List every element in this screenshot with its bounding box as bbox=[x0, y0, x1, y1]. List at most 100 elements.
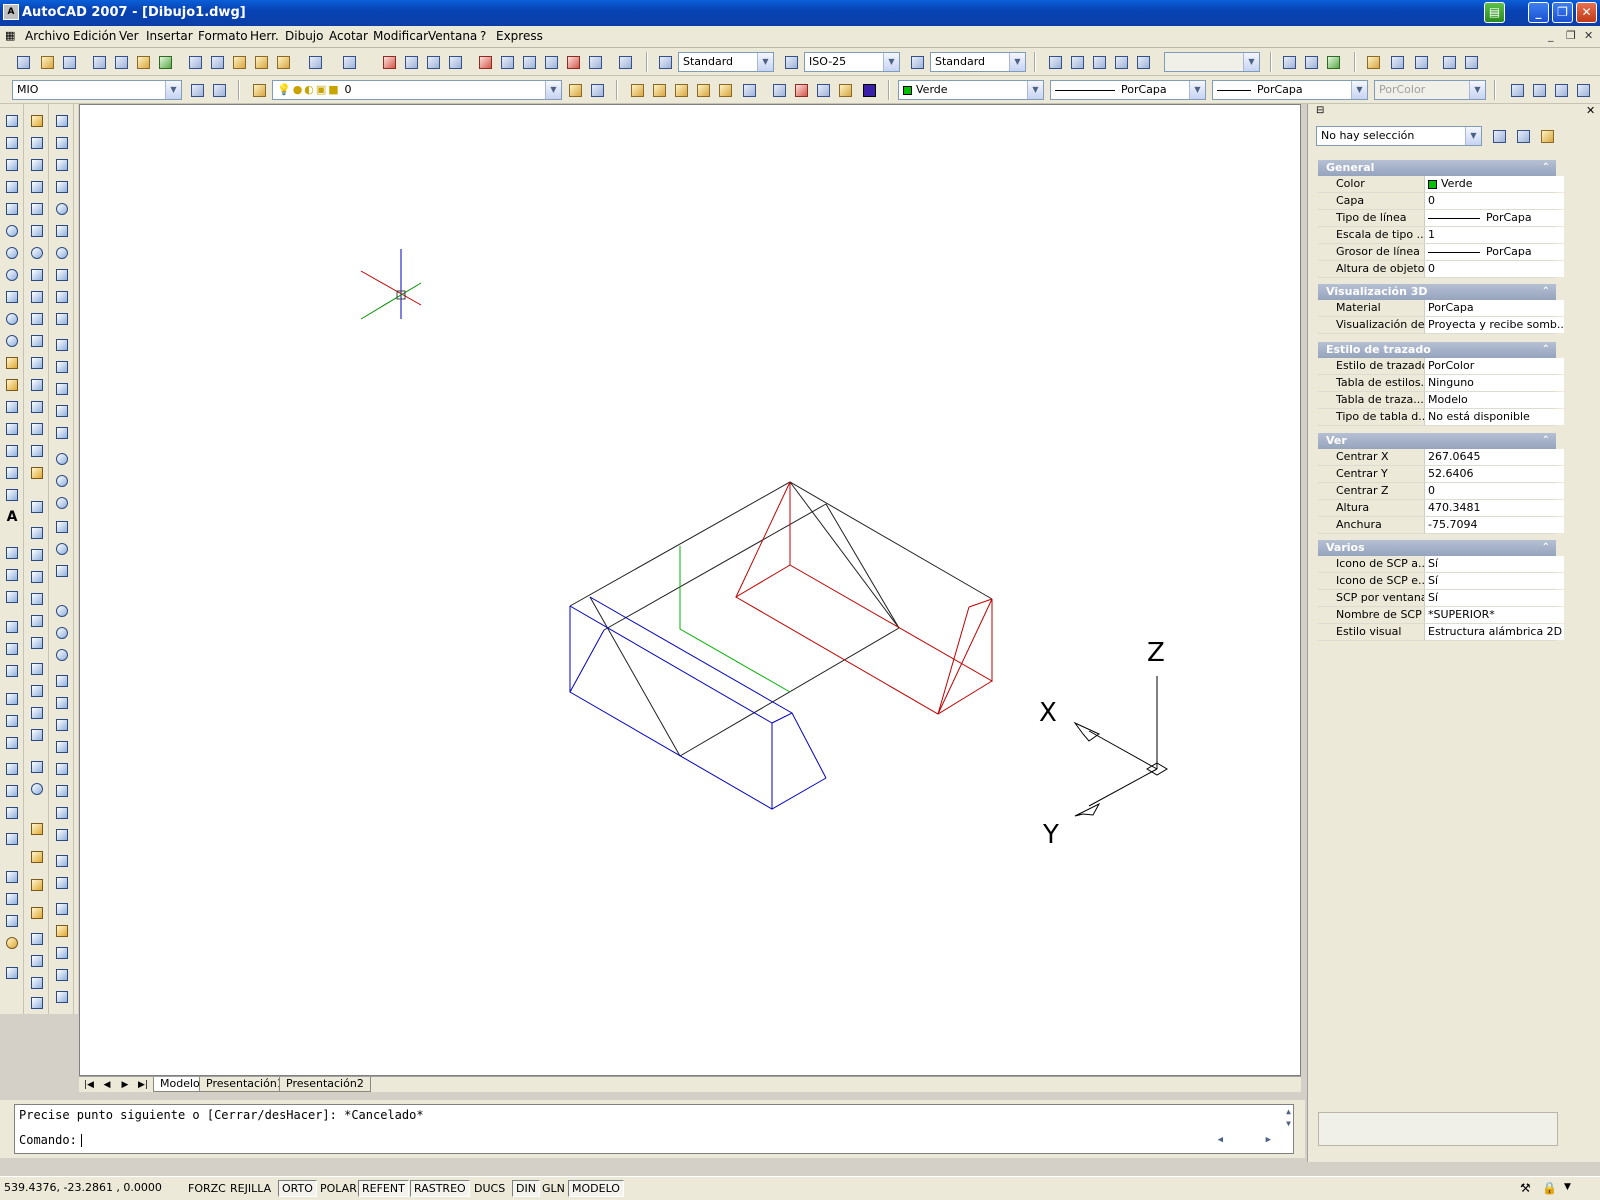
osnap-toggle[interactable]: REFENT bbox=[358, 1180, 409, 1197]
loft-icon[interactable] bbox=[28, 726, 46, 744]
ucs-origin-icon[interactable] bbox=[3, 690, 21, 708]
lineweight-select[interactable]: PorCapa ▼ bbox=[1212, 80, 1368, 100]
open-icon[interactable] bbox=[38, 53, 56, 71]
color-swatch-icon[interactable] bbox=[860, 81, 878, 99]
last-tab-button[interactable]: ▶| bbox=[135, 1078, 151, 1092]
layer-manager-icon[interactable] bbox=[250, 81, 268, 99]
ucs-previous-icon[interactable] bbox=[3, 588, 21, 606]
clean-icon[interactable] bbox=[53, 874, 71, 892]
loft-solid-icon[interactable] bbox=[53, 424, 71, 442]
select-objects-icon[interactable] bbox=[1514, 127, 1532, 145]
ortho-toggle[interactable]: ORTO bbox=[278, 1180, 317, 1197]
ucs-icon-on-value[interactable]: Sí bbox=[1424, 556, 1564, 572]
single-viewport-icon[interactable] bbox=[1068, 53, 1086, 71]
menu-formato[interactable]: Formato bbox=[198, 29, 248, 43]
sweep-icon[interactable] bbox=[28, 704, 46, 722]
ellipse-arc-icon[interactable] bbox=[3, 332, 21, 350]
shadow-value[interactable]: Proyecta y recibe somb... bbox=[1424, 317, 1564, 333]
help-icon[interactable] bbox=[616, 53, 634, 71]
workspace-select[interactable]: MIO ▼ bbox=[12, 80, 182, 100]
circle-icon[interactable] bbox=[3, 244, 21, 262]
tray-menu-icon[interactable]: ▼ bbox=[1564, 1182, 1571, 1192]
toggle-pickadd-icon[interactable] bbox=[1490, 127, 1508, 145]
delete-faces-icon[interactable] bbox=[53, 738, 71, 756]
layer-value[interactable]: 0 bbox=[1424, 193, 1564, 209]
ucs-icon-origin-value[interactable]: Sí bbox=[1424, 573, 1564, 589]
point-icon[interactable] bbox=[3, 398, 21, 416]
taper-faces-icon[interactable] bbox=[53, 782, 71, 800]
command-prompt[interactable]: Comando: bbox=[19, 1133, 82, 1147]
plot-table-type-value[interactable]: No está disponible bbox=[1424, 409, 1564, 425]
walk-icon[interactable] bbox=[28, 780, 46, 798]
match-properties-icon[interactable] bbox=[252, 53, 270, 71]
polygonal-viewport-icon[interactable] bbox=[1090, 53, 1108, 71]
command-line[interactable]: Precise punto siguiente o [Cerrar/desHac… bbox=[14, 1104, 1294, 1154]
spline-icon[interactable] bbox=[3, 288, 21, 306]
view-top-icon[interactable] bbox=[3, 868, 21, 886]
break-icon[interactable] bbox=[28, 376, 46, 394]
subtract-2-icon[interactable] bbox=[53, 624, 71, 642]
solid-cone-icon[interactable] bbox=[28, 546, 46, 564]
lock-icon[interactable]: 🔒 bbox=[1542, 1181, 1557, 1195]
ucs-3point-icon[interactable] bbox=[3, 734, 21, 752]
menu-ver[interactable]: Ver bbox=[119, 29, 139, 43]
dyn-toggle[interactable]: DIN bbox=[512, 1180, 540, 1197]
properties-icon[interactable] bbox=[476, 53, 494, 71]
union-2-icon[interactable] bbox=[53, 602, 71, 620]
revolve-solid-icon[interactable] bbox=[53, 402, 71, 420]
render-sphere-icon[interactable] bbox=[3, 934, 21, 952]
plot-style-value[interactable]: PorColor bbox=[1424, 358, 1564, 374]
otrack-toggle[interactable]: RASTREO bbox=[410, 1180, 470, 1197]
model-toggle[interactable]: MODELO bbox=[568, 1180, 624, 1197]
mdi-restore-button[interactable]: ❐ bbox=[1566, 29, 1576, 42]
draworder-above-icon[interactable] bbox=[1552, 81, 1570, 99]
menu-archivo[interactable]: Archivo bbox=[25, 29, 70, 43]
check-icon[interactable] bbox=[53, 944, 71, 962]
pyramid-icon[interactable] bbox=[53, 266, 71, 284]
menu-herr[interactable]: Herr. bbox=[250, 29, 279, 43]
scroll-up-icon[interactable]: ▲ bbox=[1286, 1107, 1291, 1116]
arc-icon[interactable] bbox=[3, 222, 21, 240]
mapping-icon[interactable] bbox=[28, 974, 46, 992]
drawing-area[interactable]: Z X Y bbox=[79, 104, 1301, 1076]
width-value[interactable]: -75.7094 bbox=[1424, 517, 1564, 533]
first-tab-button[interactable]: |◀ bbox=[81, 1078, 97, 1092]
rotate-icon[interactable] bbox=[28, 244, 46, 262]
ucs-z-icon[interactable] bbox=[3, 804, 21, 822]
ucs-name-value[interactable]: *SUPERIOR* bbox=[1424, 607, 1564, 623]
ucs-x-icon[interactable] bbox=[3, 760, 21, 778]
3d-align-icon[interactable] bbox=[53, 562, 71, 580]
plot-icon[interactable] bbox=[90, 53, 108, 71]
zoom-window-icon[interactable] bbox=[424, 53, 442, 71]
ucs-icon[interactable] bbox=[3, 544, 21, 562]
snap-toggle[interactable]: FORZC bbox=[184, 1180, 230, 1197]
group-header[interactable]: Visualización 3D ⌃ bbox=[1318, 284, 1556, 300]
shell-icon[interactable] bbox=[53, 922, 71, 940]
dim-aligned-icon[interactable] bbox=[1388, 53, 1406, 71]
erase-icon[interactable] bbox=[28, 112, 46, 130]
multiline-text-icon[interactable]: A bbox=[3, 508, 21, 526]
quick-select-icon[interactable] bbox=[1538, 127, 1556, 145]
hatch-icon[interactable] bbox=[3, 420, 21, 438]
color-faces-icon[interactable] bbox=[53, 826, 71, 844]
dim-linear-icon[interactable] bbox=[1364, 53, 1382, 71]
undo-icon[interactable] bbox=[306, 53, 324, 71]
document-icon[interactable]: ▦ bbox=[5, 29, 15, 42]
ucs-world-icon[interactable] bbox=[3, 566, 21, 584]
polygon-icon[interactable] bbox=[3, 178, 21, 196]
make-block-icon[interactable] bbox=[3, 376, 21, 394]
center-z-value[interactable]: 0 bbox=[1424, 483, 1564, 499]
text-style-select[interactable]: Standard ▼ bbox=[678, 52, 774, 72]
ucs-object-icon[interactable] bbox=[3, 640, 21, 658]
section-icon[interactable] bbox=[53, 988, 71, 1006]
copy-faces-icon[interactable] bbox=[53, 804, 71, 822]
save-icon[interactable] bbox=[60, 53, 78, 71]
draworder-front-icon[interactable] bbox=[1508, 81, 1526, 99]
dim-baseline-icon[interactable] bbox=[1412, 53, 1430, 71]
sheet-set-icon[interactable] bbox=[542, 53, 560, 71]
join-icon[interactable] bbox=[28, 398, 46, 416]
environment-icon[interactable] bbox=[28, 952, 46, 970]
menu-edicion[interactable]: Edición bbox=[73, 29, 116, 43]
layer-tool-1-icon[interactable] bbox=[628, 81, 646, 99]
advanced-render-icon[interactable] bbox=[28, 994, 46, 1012]
